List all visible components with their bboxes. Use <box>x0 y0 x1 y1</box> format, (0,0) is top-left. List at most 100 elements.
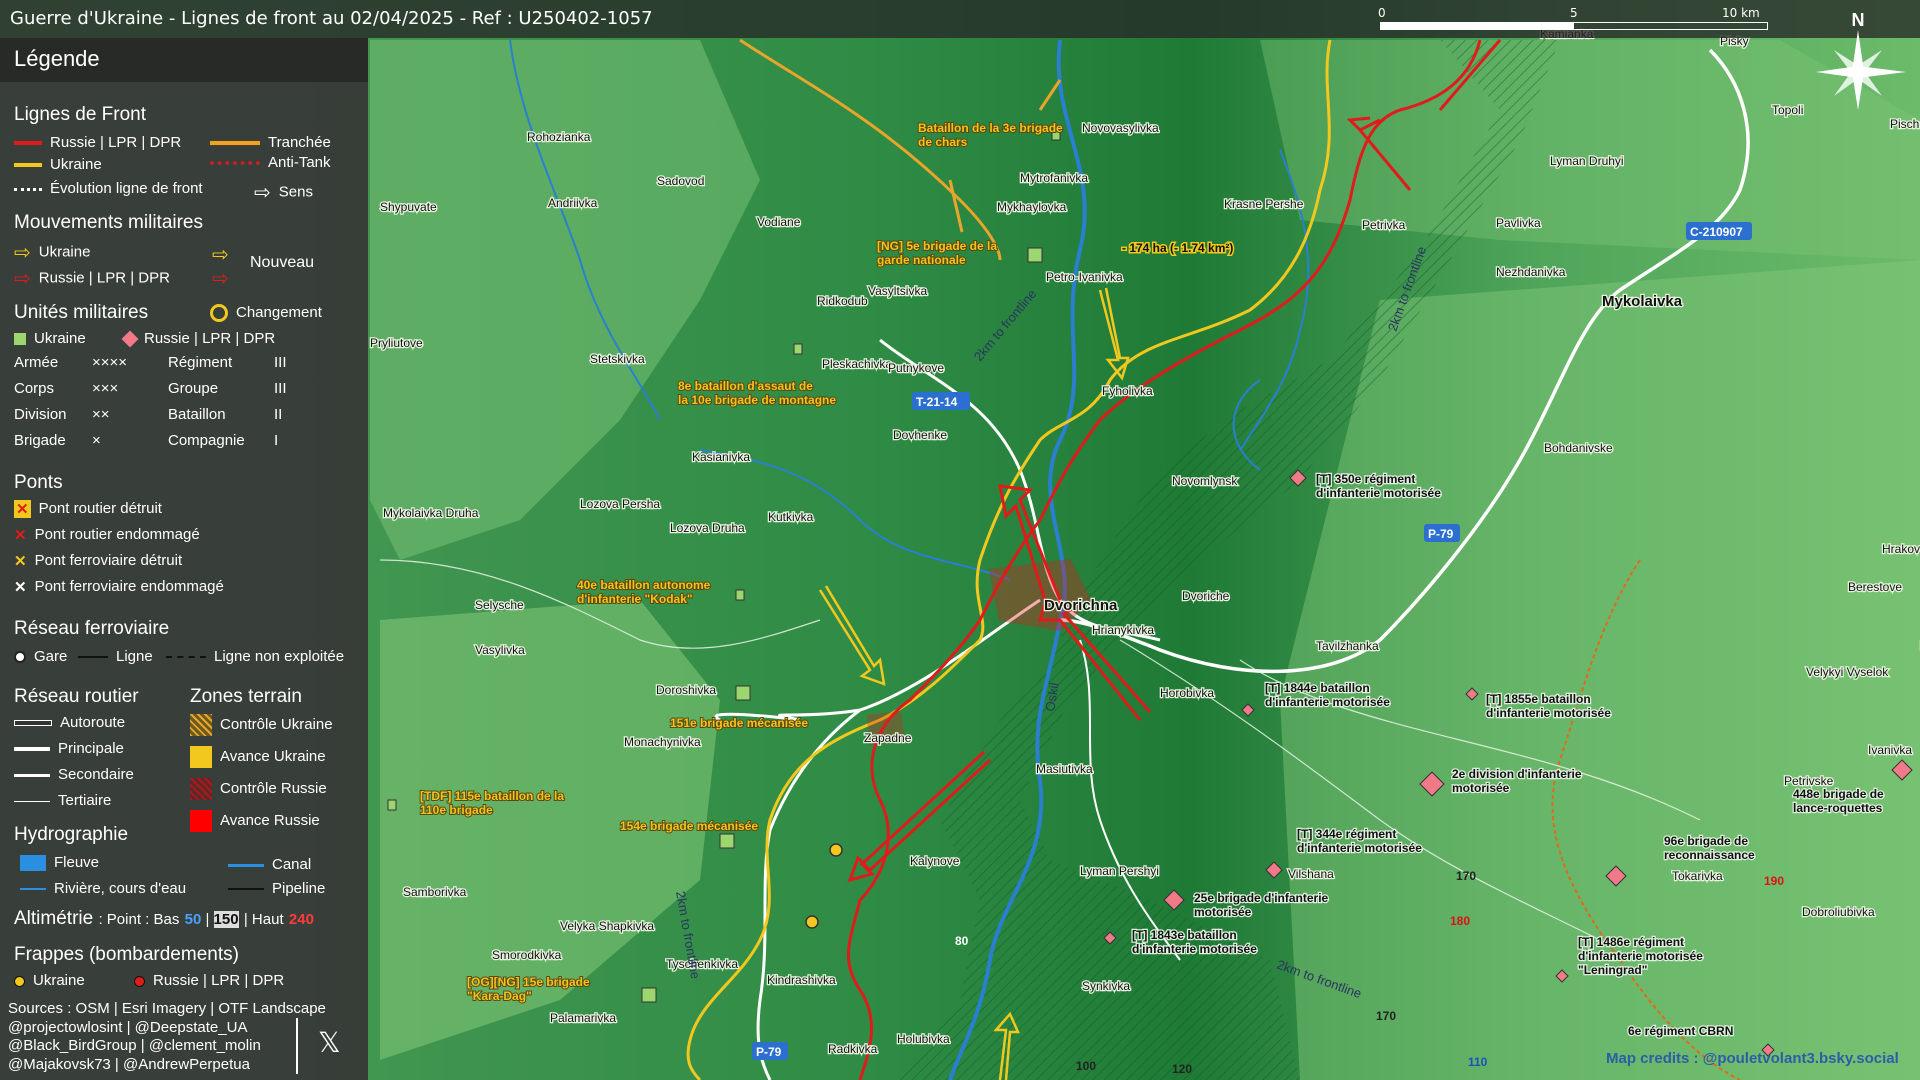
legend-zone-russia-advance: Avance Russie <box>190 810 320 832</box>
credit-line-1: Sources : OSM | Esri Imagery | OTF Lands… <box>8 1000 326 1017</box>
place-label-8: Vodiane <box>757 215 801 229</box>
compass-icon: N <box>1816 10 1906 110</box>
place-label-36: Dvoriche <box>1182 589 1230 603</box>
strike-ukraine-1 <box>829 843 843 857</box>
unit-label-4-0: 151e brigade mécanisée <box>670 716 808 730</box>
place-label-45: Velykyi Vyselok <box>1806 665 1889 679</box>
place-label-40: Tavilzhanka <box>1316 639 1379 653</box>
unit-label-7-0: [OG][NG] 15e brigade <box>467 975 590 989</box>
road-shield-label-1: T-21-14 <box>916 395 958 409</box>
legend-unit-a-3: Brigade <box>14 432 66 449</box>
unit-label-7-1: "Kara-Dag" <box>467 989 532 1003</box>
unit-label-14-0: 96e brigade de <box>1664 834 1748 848</box>
unit-label-5-1: 110e brigade <box>420 803 493 817</box>
legend-road-highway: Autoroute <box>14 714 125 731</box>
place-label-48: Masiutivka <box>1036 762 1093 776</box>
place-label-16: Ridkodub <box>817 294 868 308</box>
place-label-52: Lyman Pershyi <box>1080 864 1159 878</box>
unit-label-17-2: "Leningrad" <box>1578 963 1647 977</box>
legend-front-russia: Russie | LPR | DPR <box>14 134 181 151</box>
place-label-38: Selysche <box>475 598 524 612</box>
legend-front-trench: Tranchée <box>210 134 331 151</box>
place-label-37: Hrianykivka <box>1092 623 1154 637</box>
place-label-12: Krasne Pershe <box>1224 197 1304 211</box>
legend-unit-bs-2: II <box>274 406 283 423</box>
legend-front-ukraine: Ukraine <box>14 156 102 173</box>
place-label-6: Andriivka <box>548 196 598 210</box>
elevation-3: 170 <box>1376 1009 1396 1023</box>
place-label-28: Kasianivka <box>692 450 750 464</box>
legend-bridge-road-destroyed: ✕ Pont routier détruit <box>14 500 162 519</box>
legend-units-title: Unités militaires <box>14 302 149 323</box>
place-label-19: Nezhdanivka <box>1496 265 1566 279</box>
unit-label-3-1: d'infanterie "Kodak" <box>577 592 693 606</box>
place-label-51: Kalynove <box>910 854 960 868</box>
unit-label-11-1: motorisée <box>1452 781 1510 795</box>
place-label-41: Vasylivka <box>475 643 525 657</box>
place-label-29: Novomlynsk <box>1172 474 1238 488</box>
place-label-58: Smorodkivka <box>492 948 562 962</box>
legend-bridge-rail-destroyed: ✕ Pont ferroviaire détruit <box>14 552 183 571</box>
legend-strike-ukraine: Ukraine <box>14 972 85 989</box>
place-label-60: Kindrashivka <box>767 973 836 987</box>
place-label-13: Petrivka <box>1362 218 1406 232</box>
legend-rail-station: Gare <box>14 648 67 665</box>
credit-line-2: @projectowlosint | @Deepstate_UA <box>8 1018 248 1036</box>
place-label-44: Doroshivka <box>656 683 716 697</box>
legend-unit-b-1: Groupe <box>168 380 219 397</box>
legend-unit-a-0: Armée <box>14 354 59 371</box>
unit-label-12-0: 448e brigade de <box>1793 787 1884 801</box>
legend-movement-russia: ⇨ Russie | LPR | DPR <box>14 268 170 290</box>
place-label-61: Synkivka <box>1082 979 1130 993</box>
legend-movement-ukraine: ⇨ Ukraine <box>14 242 91 264</box>
place-label-47: Monachynivka <box>624 735 701 749</box>
legend-altimetry-title: Altimétrie <box>14 908 94 929</box>
place-label-34: Hrakove <box>1882 542 1920 556</box>
legend-bridge-road-damaged: ✕ Pont routier endommagé <box>14 526 200 545</box>
legend-units-change: Changement <box>210 304 322 323</box>
elevation-1: 180 <box>1450 914 1470 928</box>
legend-hydro-stream: Rivière, cours d'eau <box>20 880 186 897</box>
legend-zone-ukraine-advance: Avance Ukraine <box>190 746 326 768</box>
compass-label: N <box>1852 10 1865 30</box>
legend-units-russia: Russie | LPR | DPR <box>121 330 275 348</box>
legend-road-tertiary: Tertiaire <box>14 792 111 809</box>
credit-line-4: @Majakovsk73 | @AndrewPerpetua <box>8 1055 250 1073</box>
legend-unit-b-3: Compagnie <box>168 432 245 449</box>
place-label-21: Pryliutove <box>370 336 423 350</box>
place-label-18: Petro-Ivanivka <box>1046 270 1123 284</box>
legend-header: Légende <box>0 38 368 82</box>
x-logo-icon[interactable]: 𝕏 <box>318 1026 341 1059</box>
place-label-46: Zapadne <box>864 731 912 745</box>
legend-strikes-title: Frappes (bombardements) <box>14 944 239 965</box>
place-label-14: Pavlivka <box>1496 216 1541 230</box>
legend-altimetry-mid: 150 <box>213 911 239 928</box>
place-label-10: Mytrofanivka <box>1020 171 1088 185</box>
legend-altimetry-high: 240 <box>288 911 314 928</box>
place-label-11: Mykhaylovka <box>997 200 1067 214</box>
legend-rail-unused: Ligne non exploitée <box>166 648 344 665</box>
legend-unit-as-3: × <box>92 432 101 449</box>
unit-label-0-0: Bataillon de la 3e brigade <box>918 121 1063 135</box>
legend-rail-line: Ligne <box>78 648 153 665</box>
place-label-63: Radkivka <box>828 1042 878 1056</box>
unit-label-0-1: de chars <box>918 135 968 149</box>
legend-strike-russia: Russie | LPR | DPR <box>134 972 284 989</box>
place-label-43: Horobivka <box>1160 686 1214 700</box>
legend-road-secondary: Secondaire <box>14 766 134 783</box>
unit-label-10-0: [T] 1855e bataillon <box>1486 692 1591 706</box>
legend-bridge-rail-damaged: ✕ Pont ferroviaire endommagé <box>14 578 224 597</box>
scale-bar-graphic <box>1380 22 1768 30</box>
legend-unit-as-1: ××× <box>92 380 119 397</box>
legend-unit-b-0: Régiment <box>168 354 233 371</box>
place-label-22: Stetskivka <box>590 352 645 366</box>
road-shield-label-4: 80 <box>955 934 969 948</box>
legend-movements-title: Mouvements militaires <box>14 212 203 233</box>
place-label-35: Dvorichna <box>1044 597 1118 614</box>
unit-label-17-1: d'infanterie motorisée <box>1578 949 1703 963</box>
unit-label-17-0: [T] 1486e régiment <box>1578 935 1684 949</box>
unit-label-6-0: 154e brigade mécanisée <box>620 819 758 833</box>
place-label-20: Mykolaivka <box>1602 293 1683 310</box>
place-label-64: Holubivka <box>897 1032 950 1046</box>
legend-altimetry-point: : Point : Bas <box>98 911 180 928</box>
